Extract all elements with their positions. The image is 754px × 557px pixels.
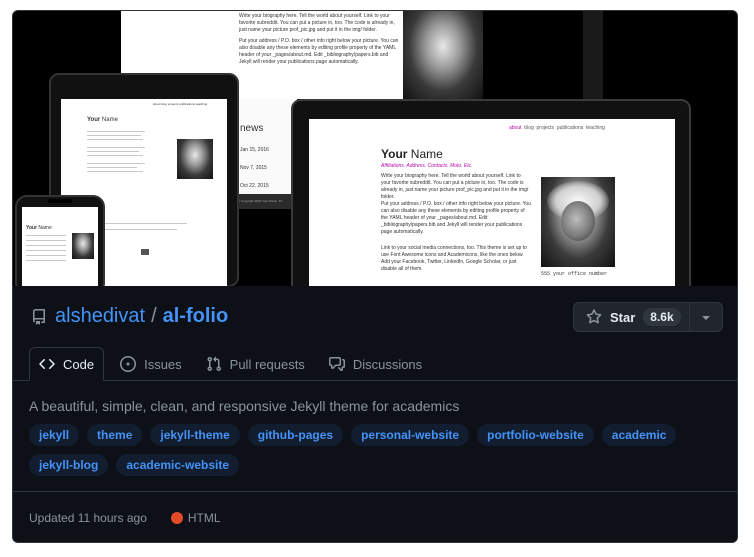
- preview-news-date-2: Nov 7, 2015: [240, 165, 267, 171]
- preview-news-date-1: Jan 15, 2016: [240, 147, 269, 153]
- topic-list: jekyll theme jekyll-theme github-pages p…: [29, 424, 729, 484]
- star-button-group: Star 8.6k: [573, 302, 723, 332]
- repo-title: alshedivat / al-folio: [31, 305, 228, 328]
- updated-time: Updated 11 hours ago: [29, 511, 147, 525]
- pull-request-icon: [207, 356, 221, 372]
- preview-address: 555 your office number: [541, 271, 608, 277]
- topic-tag[interactable]: academic: [601, 424, 677, 446]
- preview-subtitle: Affiliations. Address. Contacts. Moto. E…: [381, 163, 473, 169]
- star-count: 8.6k: [643, 308, 681, 326]
- tab-discussions[interactable]: Discussions: [321, 347, 430, 381]
- topic-tag[interactable]: theme: [87, 424, 143, 446]
- topic-tag[interactable]: portfolio-website: [477, 424, 594, 446]
- tab-pull-requests-label: Pull requests: [229, 356, 305, 372]
- topic-tag[interactable]: academic-website: [116, 454, 240, 476]
- tab-code[interactable]: Code: [29, 347, 105, 381]
- preview-phone: Your Name: [15, 195, 105, 286]
- repo-meta: Updated 11 hours ago HTML: [29, 511, 221, 525]
- preview-bio-back: Write your biography here. Tell the worl…: [239, 13, 395, 33]
- star-button[interactable]: Star 8.6k: [574, 303, 690, 331]
- repo-tabs: Code Issues Pull requests Discussions: [29, 347, 438, 381]
- topic-tag[interactable]: jekyll-theme: [150, 424, 240, 446]
- star-icon: [586, 309, 602, 324]
- preview-portrait-back: [403, 11, 483, 99]
- repo-separator: /: [151, 305, 157, 327]
- topic-tag[interactable]: personal-website: [351, 424, 470, 446]
- repo-owner-link[interactable]: alshedivat: [55, 305, 145, 328]
- preview-bio-back-2: Put your address / P.O. box / other info…: [239, 38, 399, 65]
- tab-discussions-label: Discussions: [352, 356, 423, 372]
- preview-news-panel: news Jan 15, 2016 Nov 7, 2015 Oct 22, 20…: [235, 99, 297, 209]
- issue-icon: [120, 356, 137, 372]
- discussions-icon: [328, 357, 345, 371]
- preview-name: Your Name: [381, 147, 443, 161]
- triangle-down-icon: [702, 316, 710, 320]
- topic-tag[interactable]: jekyll: [29, 424, 80, 446]
- meta-divider: [13, 491, 737, 492]
- tab-pull-requests[interactable]: Pull requests: [198, 347, 313, 381]
- star-list-dropdown[interactable]: [690, 303, 722, 331]
- preview-bio-1: Write your biography here. Tell the worl…: [381, 173, 529, 200]
- preview-laptop: about blog projects publications teachin…: [291, 99, 691, 286]
- tab-code-label: Code: [63, 356, 95, 372]
- language-color-dot: [170, 512, 183, 524]
- tab-issues[interactable]: Issues: [112, 347, 190, 381]
- topic-tag[interactable]: jekyll-blog: [29, 454, 109, 476]
- repo-card: Write your biography here. Tell the worl…: [12, 10, 738, 543]
- topic-tag[interactable]: github-pages: [247, 424, 344, 446]
- preview-bio-2: Put your address / P.O. box / other info…: [381, 201, 531, 235]
- tab-issues-label: Issues: [144, 356, 182, 372]
- preview-news-heading: news: [240, 123, 264, 134]
- repo-description: A beautiful, simple, clean, and responsi…: [29, 398, 460, 414]
- language-label: HTML: [187, 511, 221, 525]
- preview-footer-text: © Copyright 2024 Your Name. Po: [238, 199, 283, 203]
- code-icon: [39, 358, 55, 370]
- preview-bio-3: Link to your social media connections, t…: [381, 245, 527, 272]
- repo-icon: [33, 308, 45, 325]
- preview-nav: about blog projects publications teachin…: [509, 125, 605, 131]
- star-label: Star: [610, 309, 636, 325]
- preview-portrait: [541, 177, 615, 267]
- preview-news-date-3: Oct 22, 2015: [240, 183, 269, 189]
- repo-preview-image[interactable]: Write your biography here. Tell the worl…: [13, 11, 737, 286]
- repo-name-link[interactable]: al-folio: [163, 305, 229, 328]
